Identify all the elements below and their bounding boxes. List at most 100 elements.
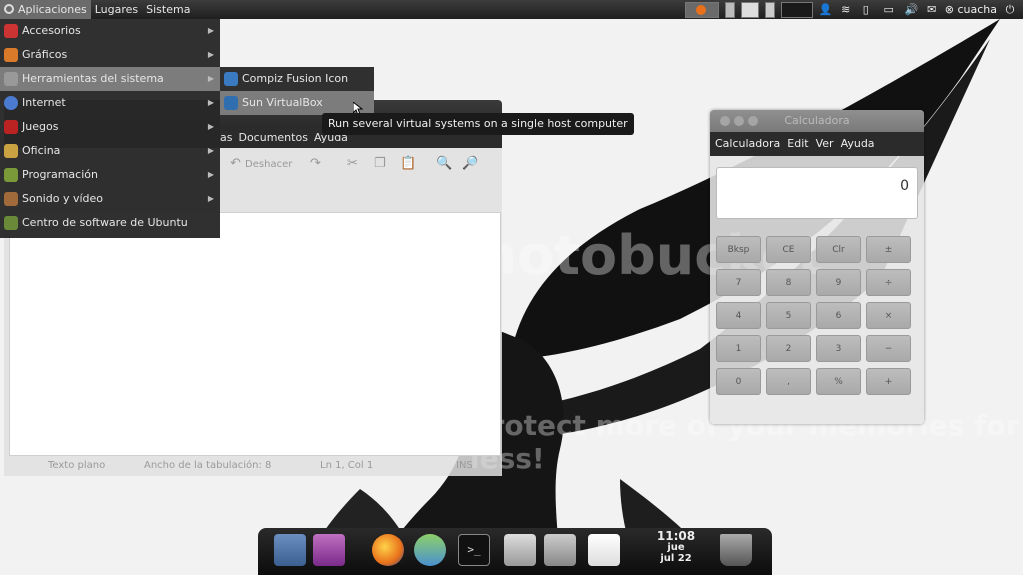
calc-key[interactable]: Clr [816,236,861,263]
calc-menu-calculator[interactable]: Calculadora [715,137,780,150]
calculator-icon[interactable] [544,534,576,566]
system-tools-icon [4,72,18,86]
virtualbox-icon [224,96,238,110]
chevron-right-icon: ▶ [207,50,214,59]
redo-icon[interactable]: ↷ [310,156,321,171]
calc-key[interactable]: 4 [716,302,761,329]
applications-menu-label: Aplicaciones [18,3,87,16]
calc-key[interactable]: CE [766,236,811,263]
calc-key[interactable]: 9 [816,269,861,296]
cut-icon[interactable]: ✂ [347,156,358,171]
menu-item-office[interactable]: Oficina ▶ [0,139,220,163]
editor-menu-documents[interactable]: Documentos [238,131,307,144]
undo-icon: ↶ [230,156,241,171]
calc-key[interactable]: Bksp [716,236,761,263]
clock-day: jue [667,542,685,553]
clock-date: jul 22 [660,553,692,564]
minimize-window-button[interactable] [734,116,744,126]
calc-key[interactable]: 5 [766,302,811,329]
media-player-icon[interactable] [313,534,345,566]
terminal-icon[interactable]: >_ [458,534,490,566]
menu-item-label: Herramientas del sistema [22,72,164,85]
calculator-window: Calculadora Calculadora Edit Ver Ayuda 0 Bk… [710,110,924,424]
menu-item-label: Programación [22,168,98,181]
paste-icon[interactable]: 📋 [400,156,416,171]
calc-key[interactable]: 3 [816,335,861,362]
menu-item-games[interactable]: Juegos ▶ [0,115,220,139]
places-menu[interactable]: Lugares [91,0,142,19]
volume-icon[interactable]: 🔊 [905,3,919,16]
calc-key[interactable]: 7 [716,269,761,296]
menu-item-graphics[interactable]: Gráficos ▶ [0,43,220,67]
language-selector[interactable]: Texto plano [48,456,105,476]
graphics-icon [4,48,18,62]
menu-item-label: Juegos [22,120,59,133]
firefox-task-button[interactable] [684,1,719,18]
menu-item-label: Centro de software de Ubuntu [22,216,188,229]
calc-key[interactable]: 0 [716,368,761,395]
calc-menu-edit[interactable]: Edit [787,137,808,150]
calc-menu-help[interactable]: Ayuda [841,137,875,150]
disk-utility-icon[interactable] [504,534,536,566]
workspace-3[interactable] [764,1,775,18]
menu-item-programming[interactable]: Programación ▶ [0,163,220,187]
file-manager-icon[interactable] [274,534,306,566]
firefox-icon[interactable] [372,534,404,566]
chevron-right-icon: ▶ [207,122,214,131]
games-cards-icon [4,120,18,134]
battery-icon[interactable]: ▭ [879,3,899,16]
calculator-titlebar[interactable]: Calculadora [710,110,924,132]
sound-video-icon [4,192,18,206]
maximize-window-button[interactable] [748,116,758,126]
calc-key[interactable]: , [766,368,811,395]
dock-clock: 11:08 jue jul 22 [652,530,700,564]
menu-item-internet[interactable]: Internet ▶ [0,91,220,115]
menu-item-system-tools[interactable]: Herramientas del sistema ▶ [0,67,220,91]
menu-item-software-center[interactable]: Centro de software de Ubuntu [0,211,220,235]
trash-icon[interactable] [720,534,752,566]
applications-menu[interactable]: Aplicaciones [0,0,91,19]
chevron-right-icon: ▶ [207,98,214,107]
search-replace-icon[interactable]: 🔎 [462,156,478,171]
calc-key[interactable]: ± [866,236,911,263]
usb-icon[interactable]: ▯ [859,3,873,16]
menu-item-virtualbox[interactable]: Sun VirtualBox [220,91,374,115]
calc-key[interactable]: ÷ [866,269,911,296]
editor-menu-search[interactable]: as [220,131,232,144]
power-icon[interactable]: ⏻ [1003,3,1017,16]
firefox-icon [695,4,706,15]
calc-key[interactable]: 1 [716,335,761,362]
text-editor-content[interactable] [9,212,501,456]
calc-menu-view[interactable]: Ver [816,137,834,150]
user-status-icon[interactable]: 👤 [819,3,833,16]
menu-item-accessories[interactable]: Accesorios ▶ [0,19,220,43]
menu-item-sound-video[interactable]: Sonido y vídeo ▶ [0,187,220,211]
office-icon [4,144,18,158]
ubuntu-logo-icon [4,4,14,14]
workspace-2[interactable] [740,1,759,18]
copy-icon[interactable]: ❐ [374,156,386,171]
workspace-1[interactable] [724,1,735,18]
text-editor-icon[interactable] [588,534,620,566]
user-menu[interactable]: ⊗ cuacha [945,3,997,16]
calc-key[interactable]: 2 [766,335,811,362]
cursor-position: Ln 1, Col 1 [320,460,374,471]
calc-key[interactable]: + [866,368,911,395]
wifi-icon[interactable]: ≋ [839,3,853,16]
undo-button[interactable]: ↶ Deshacer [230,156,292,171]
menu-item-compiz-fusion[interactable]: Compiz Fusion Icon [220,67,374,91]
close-window-button[interactable] [720,116,730,126]
system-menu[interactable]: Sistema [142,0,194,19]
dock: >_ 11:08 jue jul 22 [258,528,772,575]
menu-item-label: Accesorios [22,24,81,37]
messenger-icon[interactable] [414,534,446,566]
calc-key[interactable]: − [866,335,911,362]
calc-key[interactable]: 6 [816,302,861,329]
workspace-4[interactable] [780,1,813,18]
mail-icon[interactable]: ✉ [925,3,939,16]
calc-key[interactable]: × [866,302,911,329]
search-icon[interactable]: 🔍 [436,156,452,171]
calc-key[interactable]: 8 [766,269,811,296]
tab-width-selector[interactable]: Ancho de la tabulación: 8 [144,456,271,476]
calc-key[interactable]: % [816,368,861,395]
